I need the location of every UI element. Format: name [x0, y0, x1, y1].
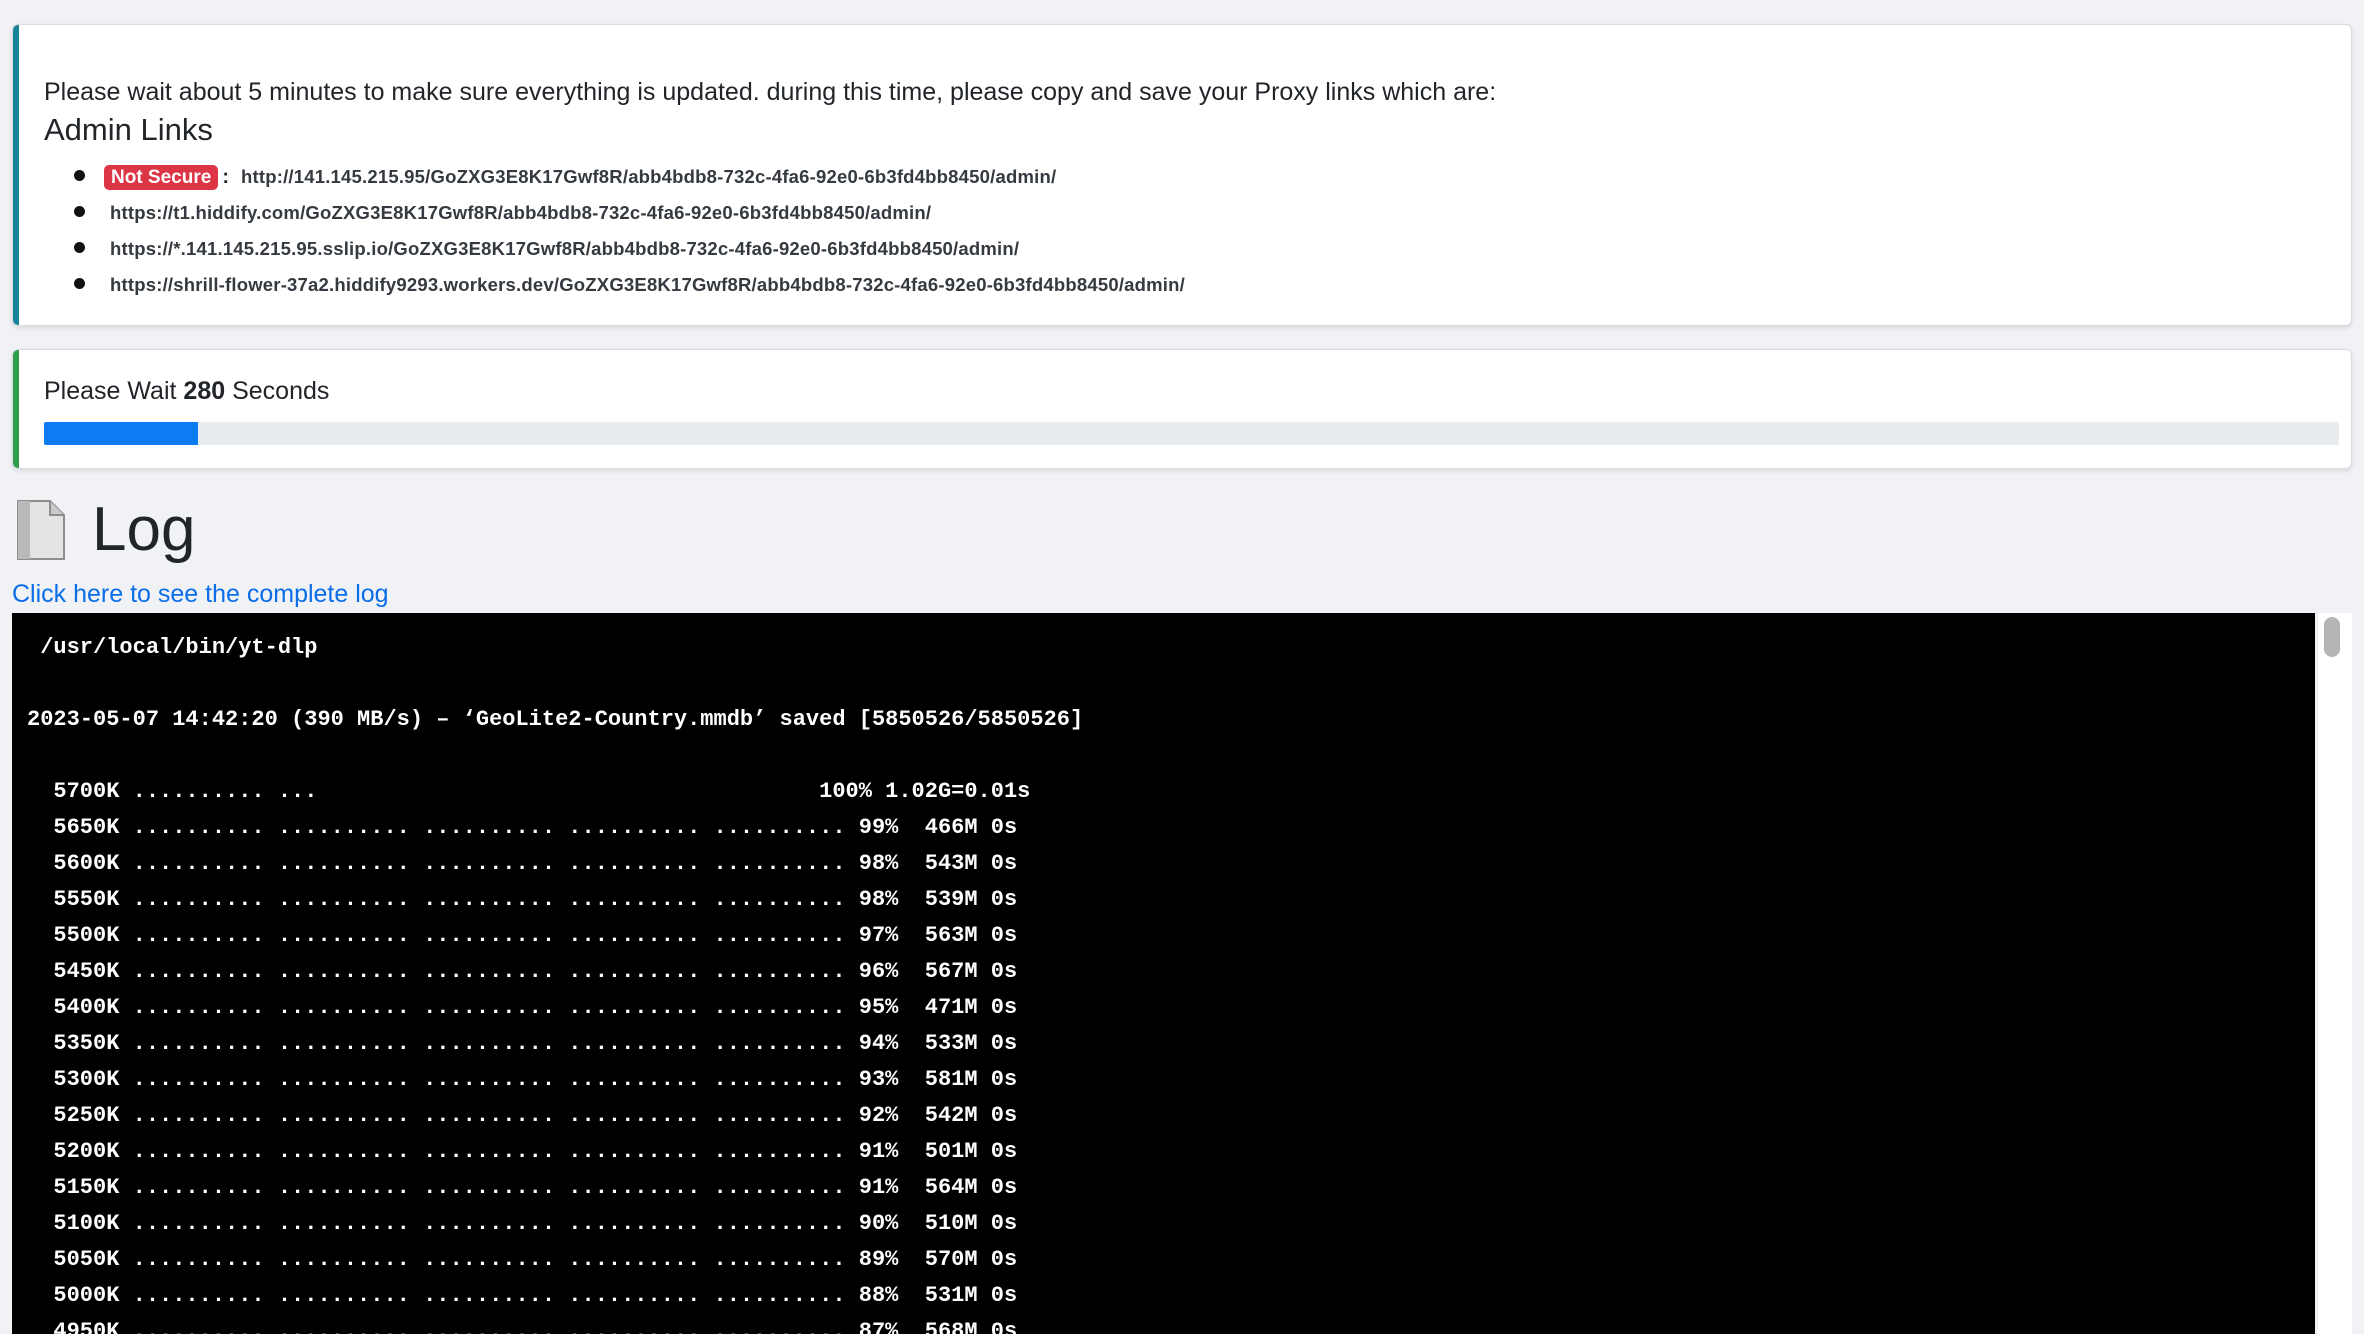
log-line: 5300K .......... .......... .......... .…	[27, 1067, 1018, 1092]
document-icon	[14, 499, 70, 561]
wait-suffix: Seconds	[232, 377, 330, 405]
list-item: https://t1.hiddify.com/GoZXG3E8K17Gwf8R/…	[13, 195, 1185, 231]
log-line: /usr/local/bin/yt-dlp	[27, 635, 318, 660]
list-item: Not Secure : http://141.145.215.95/GoZXG…	[13, 159, 1185, 195]
progress-fill	[44, 422, 198, 445]
log-line: 2023-05-07 14:42:20 (390 MB/s) – ‘GeoLit…	[27, 707, 1084, 732]
log-line: 5650K .......... .......... .......... .…	[27, 815, 1018, 840]
log-line: 5550K .......... .......... .......... .…	[27, 887, 1018, 912]
admin-link-ip[interactable]: http://141.145.215.95/GoZXG3E8K17Gwf8R/a…	[241, 166, 1056, 188]
admin-link-domain[interactable]: https://t1.hiddify.com/GoZXG3E8K17Gwf8R/…	[110, 202, 931, 224]
log-line: 5700K .......... ... 100% 1.02G=0.01s	[27, 779, 1031, 804]
bullet-icon	[74, 170, 85, 181]
log-title: Log	[92, 495, 196, 564]
not-secure-badge: Not Secure	[104, 164, 219, 190]
page: Please wait about 5 minutes to make sure…	[0, 0, 2364, 1334]
bullet-icon	[74, 242, 85, 253]
badge-separator: :	[222, 165, 229, 188]
list-item: https://shrill-flower-37a2.hiddify9293.w…	[13, 267, 1185, 303]
wait-progress-bar	[44, 422, 2339, 445]
wait-seconds: 280	[183, 377, 226, 405]
bullet-icon	[74, 206, 85, 217]
admin-links-list: Not Secure : http://141.145.215.95/GoZXG…	[13, 159, 1185, 303]
admin-links-alert: Please wait about 5 minutes to make sure…	[12, 24, 2352, 326]
log-line: 5250K .......... .......... .......... .…	[27, 1103, 1018, 1128]
wait-prefix: Please Wait	[44, 377, 177, 405]
log-line: 5000K .......... .......... .......... .…	[27, 1283, 1018, 1308]
log-line: 5050K .......... .......... .......... .…	[27, 1247, 1018, 1272]
log-line: 5600K .......... .......... .......... .…	[27, 851, 1018, 876]
wait-message: Please Wait 280 Seconds	[44, 376, 329, 406]
log-scrollbar[interactable]	[2318, 613, 2352, 1334]
intro-text: Please wait about 5 minutes to make sure…	[44, 78, 1497, 106]
complete-log-link[interactable]: Click here to see the complete log	[12, 578, 389, 610]
log-line: 5100K .......... .......... .......... .…	[27, 1211, 1018, 1236]
admin-link-sslip[interactable]: https://*.141.145.215.95.sslip.io/GoZXG3…	[110, 238, 1019, 260]
log-output[interactable]: /usr/local/bin/yt-dlp 2023-05-07 14:42:20…	[12, 613, 2315, 1334]
log-line: 5450K .......... .......... .......... .…	[27, 959, 1018, 984]
log-line: 5350K .......... .......... .......... .…	[27, 1031, 1018, 1056]
log-line: 4950K .......... .......... .......... .…	[27, 1319, 1018, 1334]
log-line: 5400K .......... .......... .......... .…	[27, 995, 1018, 1020]
log-line: 5500K .......... .......... .......... .…	[27, 923, 1018, 948]
admin-link-workers[interactable]: https://shrill-flower-37a2.hiddify9293.w…	[110, 274, 1185, 296]
list-item: https://*.141.145.215.95.sslip.io/GoZXG3…	[13, 231, 1185, 267]
log-header: Log	[14, 494, 195, 566]
bullet-icon	[74, 278, 85, 289]
admin-links-heading: Admin Links	[44, 112, 213, 147]
log-lines: /usr/local/bin/yt-dlp 2023-05-07 14:42:20…	[27, 630, 1083, 1334]
log-line: 5200K .......... .......... .......... .…	[27, 1139, 1018, 1164]
log-line: 5150K .......... .......... .......... .…	[27, 1175, 1018, 1200]
scrollbar-thumb[interactable]	[2324, 617, 2340, 657]
wait-alert: Please Wait 280 Seconds	[12, 349, 2352, 469]
